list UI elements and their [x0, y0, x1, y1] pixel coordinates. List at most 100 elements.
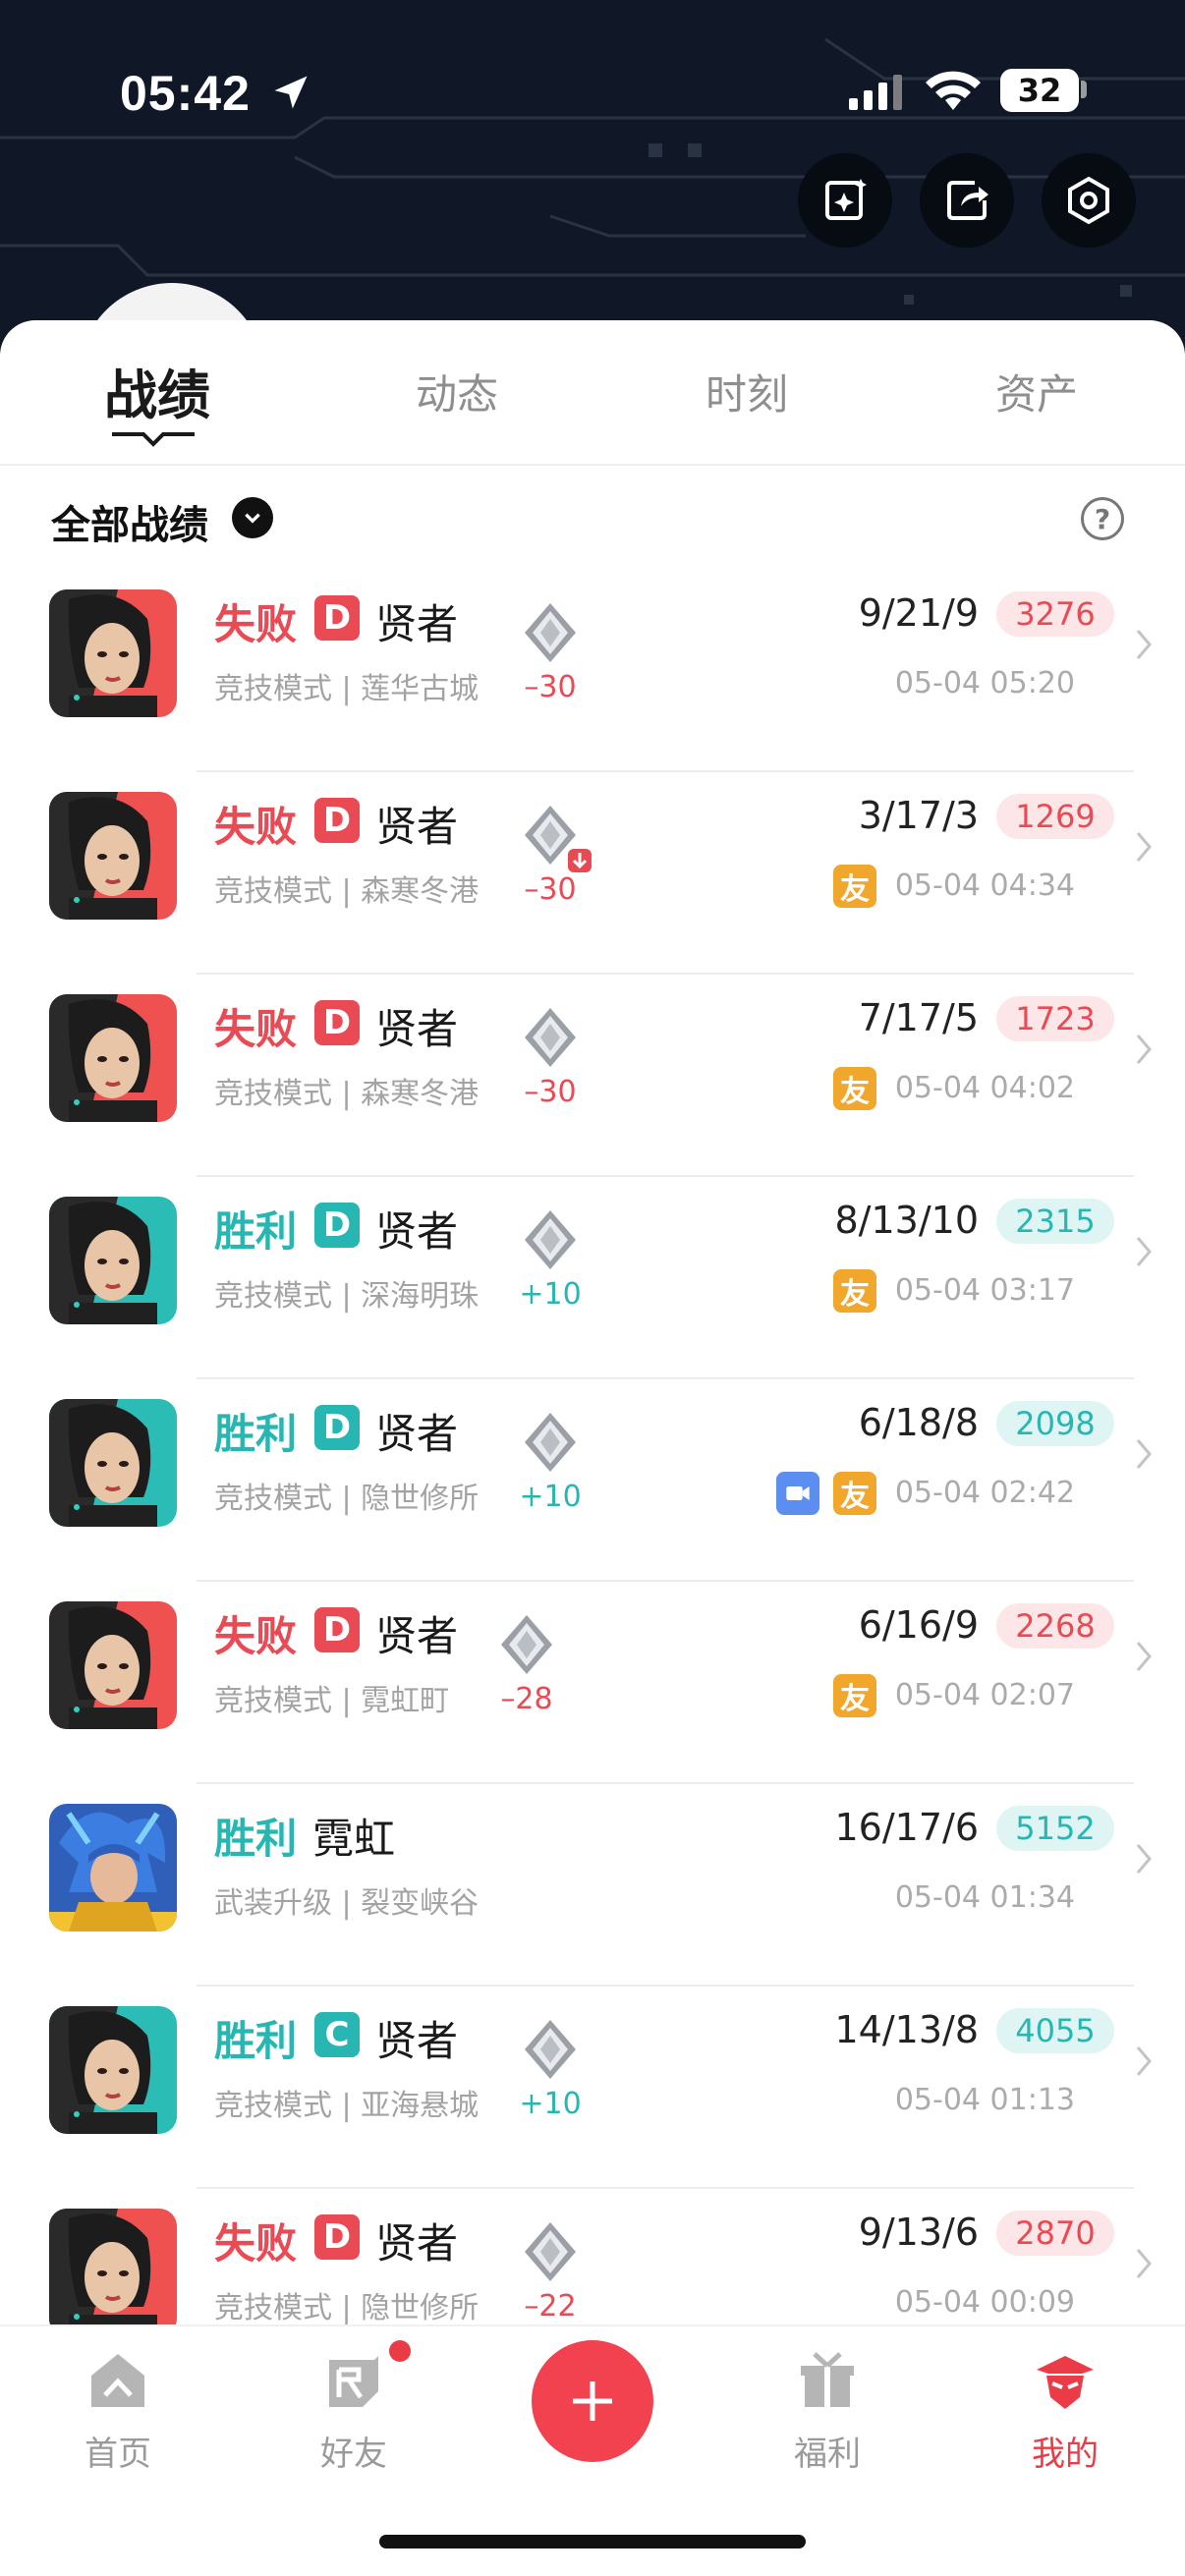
chevron-right-icon — [1136, 1844, 1152, 1874]
combat-score: 4055 — [996, 2008, 1114, 2053]
nav-home[interactable]: 首页 — [39, 2346, 197, 2475]
settings-icon — [1068, 176, 1109, 225]
kda: 16/17/6 — [834, 1806, 980, 1849]
combat-score: 3276 — [996, 591, 1114, 637]
combat-score: 2870 — [996, 2211, 1114, 2256]
friend-badge: 友 — [833, 1269, 876, 1313]
wifi-icon — [926, 71, 981, 110]
tab-assets[interactable]: 资产 — [978, 362, 1096, 421]
agent-name: 霓虹 — [312, 1815, 396, 1863]
match-row[interactable]: 胜利 霓虹 武装升级 | 裂变峡谷 16/17/6 5152 05-04 01:34 — [0, 1784, 1185, 1987]
match-mode-map: 竞技模式 | 森寒冬港 — [214, 1077, 480, 1111]
grade-badge: C — [314, 2012, 360, 2057]
settings-button[interactable] — [1042, 153, 1136, 248]
friend-badge: 友 — [833, 1067, 876, 1110]
match-result: 胜利 — [214, 1815, 298, 1863]
friends-notification-dot — [389, 2340, 411, 2362]
match-datetime: 05-04 02:42 — [894, 1476, 1075, 1510]
ai-edit-button[interactable] — [798, 153, 892, 248]
active-tab-indicator — [112, 432, 195, 447]
match-mode-map: 武装升级 | 裂变峡谷 — [214, 1886, 480, 1921]
location-arrow-icon — [274, 76, 308, 109]
plus-icon — [573, 2381, 612, 2421]
agent-avatar — [49, 589, 177, 717]
match-mode-map: 竞技模式 | 隐世修所 — [214, 2291, 480, 2325]
rank-delta: –30 — [524, 872, 577, 907]
status-bar: 05:42 32 — [0, 59, 1185, 128]
match-result: 失败 — [214, 1005, 298, 1053]
cellular-signal-icon — [849, 75, 902, 110]
grade-badge: D — [314, 2214, 360, 2260]
match-row[interactable]: 失败 D 贤者 竞技模式 | 森寒冬港 –30 3/17/3 1269 05-04 04:3… — [0, 772, 1185, 975]
friend-badge: 友 — [833, 1674, 876, 1717]
chevron-right-icon — [1136, 832, 1152, 862]
match-mode-map: 竞技模式 | 莲华古城 — [214, 672, 480, 706]
chevron-right-icon — [1136, 2046, 1152, 2076]
content-card: 战绩 动态 时刻 资产 全部战绩 ? 失败 D 贤者 竞技模式 | 莲华古城 –… — [0, 320, 1185, 2576]
tab-records[interactable]: 战绩 — [98, 352, 216, 429]
match-datetime: 05-04 02:07 — [894, 1678, 1075, 1712]
battery-cap — [1081, 81, 1087, 98]
match-datetime: 05-04 05:20 — [894, 666, 1075, 700]
friends-icon — [329, 2356, 378, 2407]
agent-name: 贤者 — [375, 1005, 459, 1053]
match-row[interactable]: 胜利 D 贤者 竞技模式 | 深海明珠 +10 8/13/10 2315 05-04 03:… — [0, 1177, 1185, 1379]
match-datetime: 05-04 01:34 — [894, 1880, 1075, 1915]
video-icon[interactable] — [776, 1472, 819, 1515]
kda: 7/17/5 — [858, 996, 979, 1039]
create-button[interactable] — [532, 2340, 653, 2462]
match-row[interactable]: 失败 D 贤者 竞技模式 | 森寒冬港 –30 7/17/5 1723 05-04 04:0… — [0, 975, 1185, 1177]
agent-avatar — [49, 1804, 177, 1932]
kda: 6/18/8 — [858, 1401, 979, 1444]
match-row[interactable]: 失败 D 贤者 竞技模式 | 莲华古城 –30 9/21/9 3276 05-04 05:2… — [0, 570, 1185, 772]
rank-delta: +10 — [519, 1277, 582, 1312]
help-icon[interactable]: ? — [1081, 497, 1124, 540]
share-icon — [947, 181, 988, 220]
match-row[interactable]: 胜利 D 贤者 竞技模式 | 隐世修所 +10 6/18/8 2098 05-04 02:4… — [0, 1379, 1185, 1582]
agent-avatar — [49, 994, 177, 1122]
chevron-right-icon — [1136, 1439, 1152, 1469]
agent-avatar — [49, 1399, 177, 1527]
match-datetime: 05-04 04:34 — [894, 868, 1075, 903]
rank-icon — [525, 1008, 576, 1067]
kda: 6/16/9 — [858, 1603, 979, 1647]
records-filter[interactable]: 全部战绩 — [51, 493, 208, 550]
nav-friends-label: 好友 — [320, 2435, 387, 2474]
share-button[interactable] — [920, 153, 1014, 248]
status-time: 05:42 — [120, 66, 251, 121]
nav-friends[interactable]: 好友 — [275, 2346, 432, 2475]
filter-chevron-down-icon[interactable] — [232, 497, 273, 538]
grade-badge: D — [314, 1203, 360, 1248]
rank-delta: –30 — [524, 670, 577, 704]
grade-badge: D — [314, 798, 360, 843]
rank-delta: –30 — [524, 1075, 577, 1109]
kda: 9/21/9 — [858, 591, 979, 635]
agent-avatar — [49, 2006, 177, 2134]
match-row[interactable]: 胜利 C 贤者 竞技模式 | 亚海悬城 +10 14/13/8 4055 05-04 01:… — [0, 1987, 1185, 2189]
nav-profile[interactable]: 我的 — [987, 2346, 1144, 2475]
nav-benefits[interactable]: 福利 — [749, 2346, 906, 2475]
agent-name: 贤者 — [375, 2219, 459, 2268]
agent-name: 贤者 — [375, 1207, 459, 1256]
agent-avatar — [49, 2209, 177, 2336]
combat-score: 1723 — [996, 996, 1114, 1041]
match-result: 失败 — [214, 803, 298, 851]
match-row[interactable]: 失败 D 贤者 竞技模式 | 霓虹町 –28 6/16/9 2268 05-04 02:07… — [0, 1582, 1185, 1784]
nav-home-label: 首页 — [85, 2435, 151, 2474]
match-mode-map: 竞技模式 | 霓虹町 — [214, 1684, 450, 1718]
grade-badge: D — [314, 595, 360, 641]
agent-avatar — [49, 1197, 177, 1324]
match-mode-map: 竞技模式 | 深海明珠 — [214, 1279, 480, 1314]
tab-bar: 战绩 动态 时刻 资产 — [0, 320, 1185, 466]
chevron-right-icon — [1136, 630, 1152, 659]
rank-icon — [501, 1615, 552, 1674]
tab-feed[interactable]: 动态 — [398, 362, 516, 421]
profile-icon — [1037, 2356, 1094, 2409]
battery-indicator: 32 — [1000, 69, 1079, 112]
combat-score: 2268 — [996, 1603, 1114, 1649]
match-datetime: 05-04 04:02 — [894, 1071, 1075, 1105]
home-indicator — [379, 2535, 806, 2548]
friend-badge: 友 — [833, 865, 876, 908]
tab-moments[interactable]: 时刻 — [688, 362, 806, 421]
grade-badge: D — [314, 1607, 360, 1652]
